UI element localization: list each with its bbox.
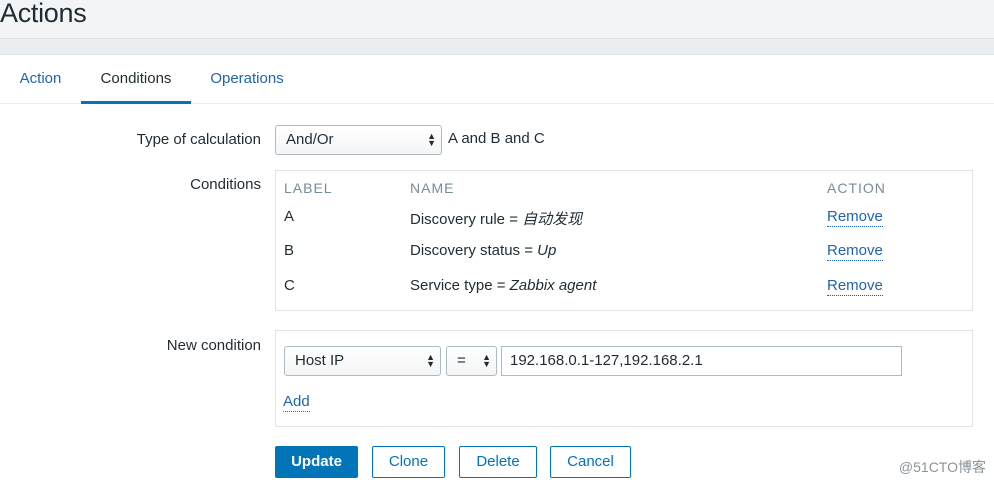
condition-row-name: Discovery status = Up <box>410 242 557 259</box>
conditions-label: Conditions <box>190 176 261 193</box>
select-arrows-icon: ▲ ▼ <box>426 352 435 369</box>
calculation-formula: A and B and C <box>448 130 545 147</box>
column-header-name: NAME <box>410 180 455 196</box>
condition-operator-value: = <box>457 352 466 369</box>
page-header: Actions <box>0 0 994 39</box>
condition-value-input[interactable]: 192.168.0.1-127,192.168.2.1 <box>501 346 902 376</box>
watermark-text: @51CTO博客 <box>898 459 986 475</box>
condition-row-name: Discovery rule = 自动发现 <box>410 211 583 228</box>
tab-bar: Action Conditions Operations <box>0 55 994 104</box>
condition-row-label: C <box>284 277 295 294</box>
add-condition-link[interactable]: Add <box>283 393 310 412</box>
remove-condition-c-link[interactable]: Remove <box>827 277 883 296</box>
condition-row-name: Service type = Zabbix agent <box>410 277 597 294</box>
update-button[interactable]: Update <box>275 446 358 478</box>
tab-operations[interactable]: Operations <box>191 55 303 104</box>
select-arrows-icon: ▲ ▼ <box>482 352 491 369</box>
calculation-select-value: And/Or <box>286 131 334 148</box>
remove-condition-a-link[interactable]: Remove <box>827 208 883 227</box>
condition-row-label: B <box>284 242 295 259</box>
tab-conditions[interactable]: Conditions <box>81 55 191 104</box>
cancel-button[interactable]: Cancel <box>550 446 631 478</box>
new-condition-label: New condition <box>166 337 261 354</box>
delete-button[interactable]: Delete <box>459 446 537 478</box>
tab-action[interactable]: Action <box>0 55 81 104</box>
condition-type-select[interactable]: Host IP ▲ ▼ <box>284 346 441 376</box>
condition-type-value: Host IP <box>295 352 345 369</box>
column-header-label: LABEL <box>284 180 333 196</box>
new-condition-box: Host IP ▲ ▼ = ▲ ▼ 192.168.0.1-127,192.168.… <box>275 330 973 427</box>
condition-row-label: A <box>284 208 295 225</box>
page-title: Actions <box>0 0 87 28</box>
condition-operator-select[interactable]: = ▲ ▼ <box>446 346 497 376</box>
column-header-action: ACTION <box>827 180 886 196</box>
remove-condition-b-link[interactable]: Remove <box>827 242 883 261</box>
clone-button[interactable]: Clone <box>372 446 445 478</box>
calculation-select[interactable]: And/Or ▲ ▼ <box>275 125 442 155</box>
select-arrows-icon: ▲ ▼ <box>427 131 436 148</box>
conditions-table: LABEL NAME ACTION A Discovery rule = 自动发… <box>275 170 973 311</box>
calculation-label: Type of calculation <box>136 131 261 148</box>
form-panel: Action Conditions Operations Type of cal… <box>0 54 994 493</box>
